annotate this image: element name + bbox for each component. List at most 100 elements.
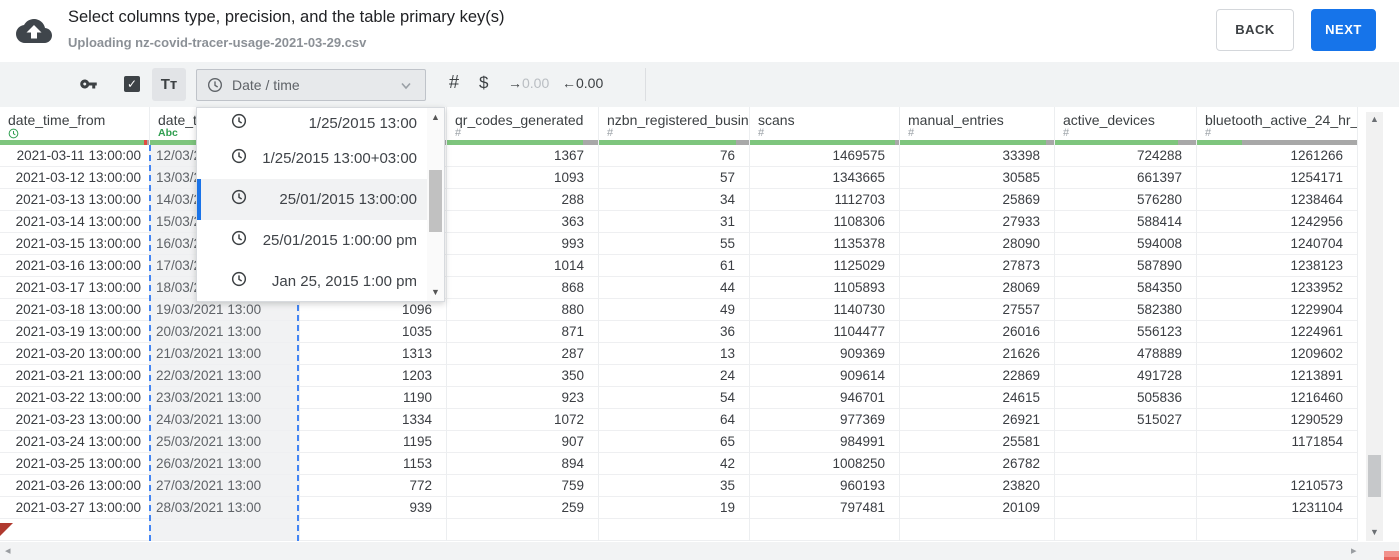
table-cell[interactable]: 724288 [1055, 145, 1196, 167]
table-cell[interactable]: 27933 [900, 211, 1054, 233]
table-cell[interactable]: 22869 [900, 365, 1054, 387]
table-cell[interactable]: 259 [447, 497, 598, 519]
table-cell[interactable]: 25581 [900, 431, 1054, 453]
table-cell[interactable]: 2021-03-16 13:00:00 [0, 255, 149, 277]
table-cell[interactable]: 923 [447, 387, 598, 409]
table-cell[interactable]: 960193 [750, 475, 899, 497]
table-cell[interactable]: 1035 [300, 321, 446, 343]
table-cell[interactable]: 24615 [900, 387, 1054, 409]
table-cell[interactable]: 363 [447, 211, 598, 233]
table-cell[interactable]: 33398 [900, 145, 1054, 167]
decrease-precision-button[interactable]: →0.00 [508, 75, 549, 91]
table-cell[interactable]: 1229904 [1197, 299, 1357, 321]
table-cell[interactable]: 478889 [1055, 343, 1196, 365]
table-cell[interactable]: 2021-03-27 13:00:00 [0, 497, 149, 519]
table-cell[interactable]: 946701 [750, 387, 899, 409]
table-cell[interactable]: 772 [300, 475, 446, 497]
date-format-option[interactable]: 1/25/2015 13:00 [197, 108, 429, 138]
table-cell[interactable]: 1203 [300, 365, 446, 387]
table-cell[interactable]: 1125029 [750, 255, 899, 277]
date-format-option[interactable]: 25/01/2015 13:00:00 [197, 179, 429, 220]
table-cell[interactable]: 587890 [1055, 255, 1196, 277]
table-cell[interactable]: 1216460 [1197, 387, 1357, 409]
table-cell[interactable]: 26/03/2021 13:00 [150, 453, 299, 475]
table-cell[interactable]: 2021-03-23 13:00:00 [0, 409, 149, 431]
table-cell[interactable]: 909369 [750, 343, 899, 365]
table-cell[interactable]: 1112703 [750, 189, 899, 211]
table-cell[interactable]: 2021-03-11 13:00:00 [0, 145, 149, 167]
table-cell[interactable]: 594008 [1055, 233, 1196, 255]
date-format-option[interactable]: Jan 25, 2015 1:00 pm [197, 261, 429, 301]
number-type-button[interactable]: # [449, 72, 459, 93]
table-cell[interactable]: 24 [599, 365, 749, 387]
table-cell[interactable]: 1209602 [1197, 343, 1357, 365]
table-cell[interactable] [1055, 453, 1196, 475]
table-cell[interactable]: 54 [599, 387, 749, 409]
table-cell[interactable] [300, 519, 446, 541]
table-cell[interactable]: 556123 [1055, 321, 1196, 343]
table-cell[interactable]: 1238464 [1197, 189, 1357, 211]
dropdown-scrollbar-thumb[interactable] [429, 170, 442, 232]
dropdown-scrollbar[interactable]: ▲ ▼ [427, 108, 444, 301]
table-cell[interactable]: 505836 [1055, 387, 1196, 409]
column-type-select[interactable]: Date / time [196, 69, 426, 101]
table-cell[interactable]: 2021-03-25 13:00:00 [0, 453, 149, 475]
table-cell[interactable]: 1105893 [750, 277, 899, 299]
table-cell[interactable]: 871 [447, 321, 598, 343]
table-cell[interactable]: 26782 [900, 453, 1054, 475]
table-cell[interactable]: 1096 [300, 299, 446, 321]
table-cell[interactable]: 22/03/2021 13:00 [150, 365, 299, 387]
table-cell[interactable]: 28069 [900, 277, 1054, 299]
table-cell[interactable]: 2021-03-22 13:00:00 [0, 387, 149, 409]
table-cell[interactable]: 19 [599, 497, 749, 519]
table-cell[interactable]: 1093 [447, 167, 598, 189]
table-cell[interactable]: 34 [599, 189, 749, 211]
table-cell[interactable]: 2021-03-21 13:00:00 [0, 365, 149, 387]
table-cell[interactable]: 759 [447, 475, 598, 497]
table-cell[interactable] [900, 519, 1054, 541]
table-cell[interactable]: 49 [599, 299, 749, 321]
table-cell[interactable]: 65 [599, 431, 749, 453]
table-cell[interactable]: 939 [300, 497, 446, 519]
table-cell[interactable]: 2021-03-24 13:00:00 [0, 431, 149, 453]
table-cell[interactable]: 36 [599, 321, 749, 343]
column-manual_entries[interactable]: manual_entries #33398 30585 25869 27933 28090… [900, 107, 1055, 541]
table-cell[interactable]: 64 [599, 409, 749, 431]
table-cell[interactable]: 2021-03-13 13:00:00 [0, 189, 149, 211]
column-header[interactable]: nzbn_registered_busine # [599, 107, 749, 145]
table-cell[interactable]: 2021-03-19 13:00:00 [0, 321, 149, 343]
table-cell[interactable]: 27557 [900, 299, 1054, 321]
column-header[interactable]: active_devices # [1055, 107, 1196, 145]
table-cell[interactable]: 61 [599, 255, 749, 277]
table-cell[interactable]: 1224961 [1197, 321, 1357, 343]
table-cell[interactable]: 984991 [750, 431, 899, 453]
table-cell[interactable]: 19/03/2021 13:00 [150, 299, 299, 321]
column-date_time_from[interactable]: date_time_from 2021-03-11 13:00:00 2021-03… [0, 107, 150, 541]
column-header[interactable]: bluetooth_active_24_hr_ # [1197, 107, 1357, 145]
column-nzbn_registered_busine[interactable]: nzbn_registered_busine #76 57 34 31 55 61 44 49 3… [599, 107, 750, 541]
column-header[interactable]: date_time_from [0, 107, 149, 145]
table-cell[interactable]: 28/03/2021 13:00 [150, 497, 299, 519]
table-cell[interactable]: 20109 [900, 497, 1054, 519]
table-cell[interactable]: 1261266 [1197, 145, 1357, 167]
table-cell[interactable]: 1008250 [750, 453, 899, 475]
table-cell[interactable]: 76 [599, 145, 749, 167]
table-cell[interactable]: 909614 [750, 365, 899, 387]
table-cell[interactable]: 880 [447, 299, 598, 321]
table-cell[interactable]: 20/03/2021 13:00 [150, 321, 299, 343]
table-cell[interactable]: 26016 [900, 321, 1054, 343]
next-button[interactable]: NEXT [1311, 9, 1376, 51]
table-cell[interactable]: 26921 [900, 409, 1054, 431]
table-cell[interactable] [0, 519, 149, 541]
table-cell[interactable]: 55 [599, 233, 749, 255]
table-cell[interactable]: 57 [599, 167, 749, 189]
table-cell[interactable]: 13 [599, 343, 749, 365]
table-cell[interactable]: 661397 [1055, 167, 1196, 189]
table-cell[interactable]: 1104477 [750, 321, 899, 343]
include-column-checkbox[interactable]: ✓ [124, 76, 140, 92]
table-cell[interactable] [1197, 519, 1357, 541]
table-cell[interactable] [599, 519, 749, 541]
table-cell[interactable]: 1313 [300, 343, 446, 365]
table-cell[interactable] [750, 519, 899, 541]
table-cell[interactable]: 1233952 [1197, 277, 1357, 299]
